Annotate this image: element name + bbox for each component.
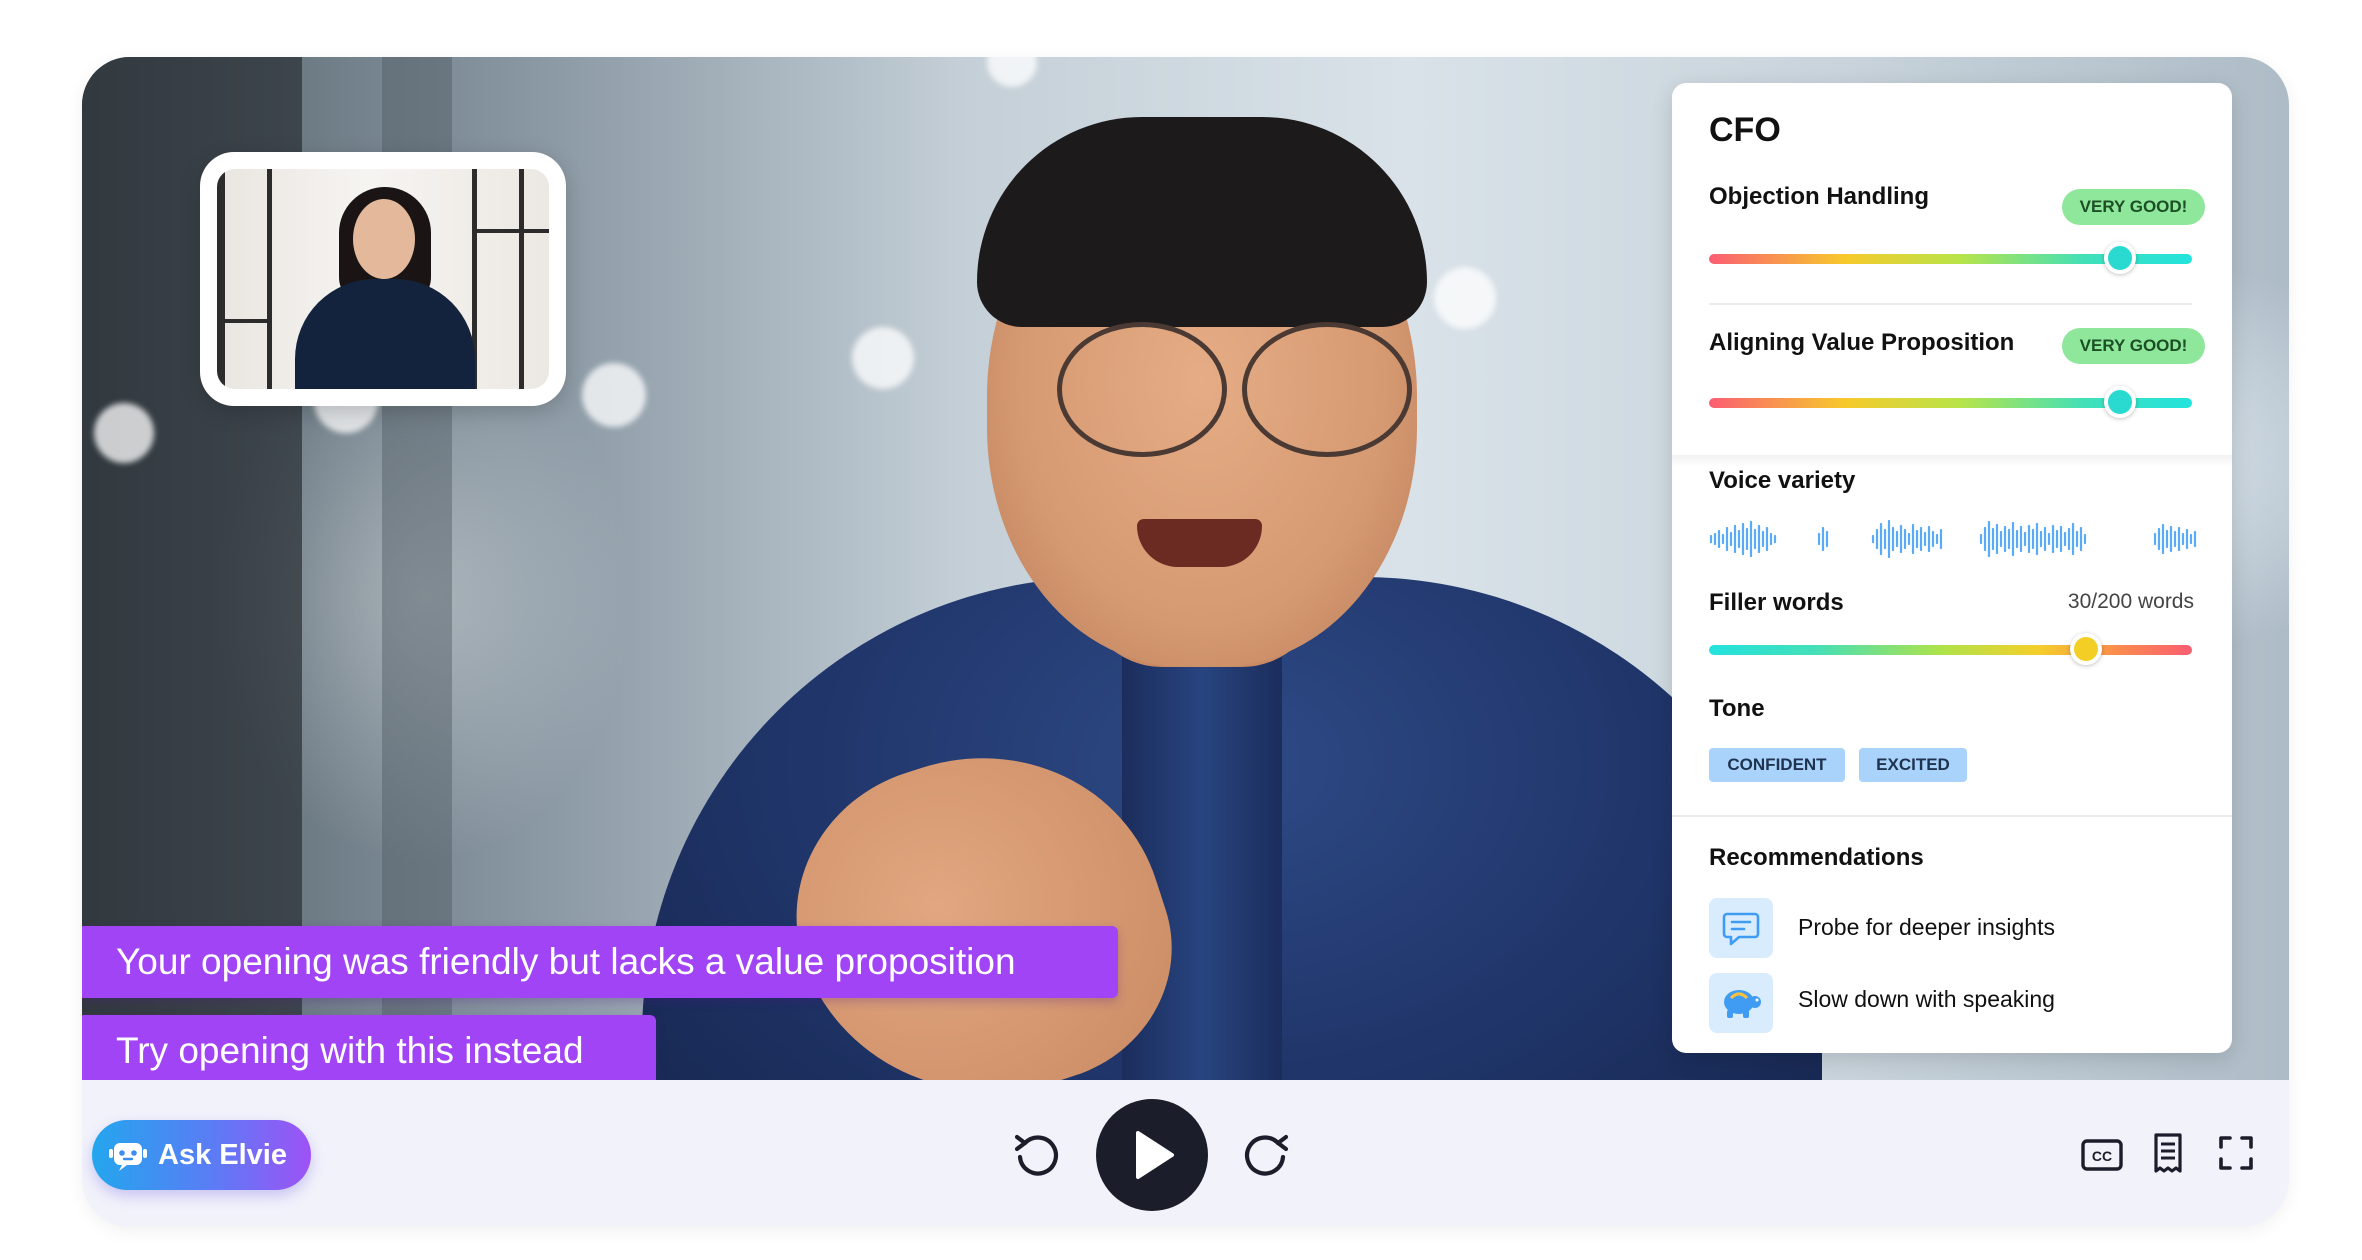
filler-slider-knob[interactable]	[2069, 633, 2102, 665]
divider	[1709, 303, 2192, 305]
cc-icon[interactable]: CC	[2078, 1133, 2126, 1177]
divider	[1672, 815, 2232, 817]
play-icon	[1136, 1131, 1174, 1179]
shelf-board	[217, 319, 272, 323]
svg-text:CC: CC	[2092, 1148, 2112, 1164]
metric-slider-knob[interactable]	[2103, 242, 2136, 274]
ask-elvie-button[interactable]: Ask Elvie	[92, 1120, 311, 1190]
feedback-caption: Your opening was friendly but lacks a va…	[82, 926, 1118, 998]
speaker-mouth	[1137, 519, 1262, 567]
transcript-icon[interactable]	[2148, 1129, 2188, 1177]
bokeh-light	[1434, 267, 1496, 329]
self-view-video	[217, 169, 549, 389]
recommendation-item[interactable]: Probe for deeper insights	[1798, 914, 2055, 941]
filler-slider-track	[1709, 645, 2192, 655]
section-shadow	[1672, 455, 2232, 467]
metric-slider-knob[interactable]	[2103, 386, 2136, 418]
bokeh-light	[582, 363, 646, 427]
main-video[interactable]: Your opening was friendly but lacks a va…	[82, 57, 2289, 1080]
filler-words-label: Filler words	[1709, 589, 1844, 616]
tone-label: Tone	[1709, 695, 1765, 722]
shelf-frame	[519, 169, 524, 389]
recommendation-item[interactable]: Slow down with speaking	[1798, 986, 2055, 1013]
bokeh-light	[852, 327, 914, 389]
speaker-hair	[977, 117, 1427, 327]
tone-chip: CONFIDENT	[1709, 748, 1845, 782]
speaker-glasses-left	[1057, 322, 1227, 457]
robot-icon	[108, 1137, 148, 1173]
recommendations-title: Recommendations	[1709, 844, 1924, 871]
chat-lines-icon	[1709, 898, 1773, 958]
suggestion-caption[interactable]: Try opening with this instead	[82, 1015, 656, 1080]
metric-label: Aligning Value Proposition	[1709, 329, 2015, 356]
voice-variety-label: Voice variety	[1709, 467, 1856, 494]
speaker-glasses-right	[1242, 322, 1412, 457]
video-player: Your opening was friendly but lacks a va…	[82, 57, 2289, 1227]
forward-icon[interactable]	[1235, 1124, 1295, 1184]
ask-elvie-label: Ask Elvie	[158, 1138, 287, 1171]
panel-title: CFO	[1709, 111, 1781, 149]
fullscreen-icon[interactable]	[2214, 1131, 2258, 1175]
metric-label: Objection Handling	[1709, 183, 1929, 210]
voice-waveform	[1709, 519, 2197, 559]
tone-chip: EXCITED	[1859, 748, 1967, 782]
presenter-face	[353, 199, 415, 279]
shelf-board	[472, 229, 549, 233]
bokeh-light	[987, 57, 1037, 87]
self-view-thumbnail[interactable]	[200, 152, 566, 406]
rewind-icon[interactable]	[1008, 1124, 1068, 1184]
filler-words-count: 30/200 words	[2067, 590, 2194, 613]
presenter-body	[295, 279, 475, 389]
bokeh-light	[94, 403, 154, 463]
rating-badge: VERY GOOD!	[2062, 328, 2205, 364]
play-button[interactable]	[1096, 1099, 1208, 1211]
rating-badge: VERY GOOD!	[2062, 189, 2205, 225]
turtle-icon	[1709, 973, 1773, 1033]
analysis-panel: CFO Objection Handling VERY GOOD! Aligni…	[1672, 83, 2232, 1053]
shelf-frame	[217, 169, 225, 389]
shelf-frame	[267, 169, 272, 389]
